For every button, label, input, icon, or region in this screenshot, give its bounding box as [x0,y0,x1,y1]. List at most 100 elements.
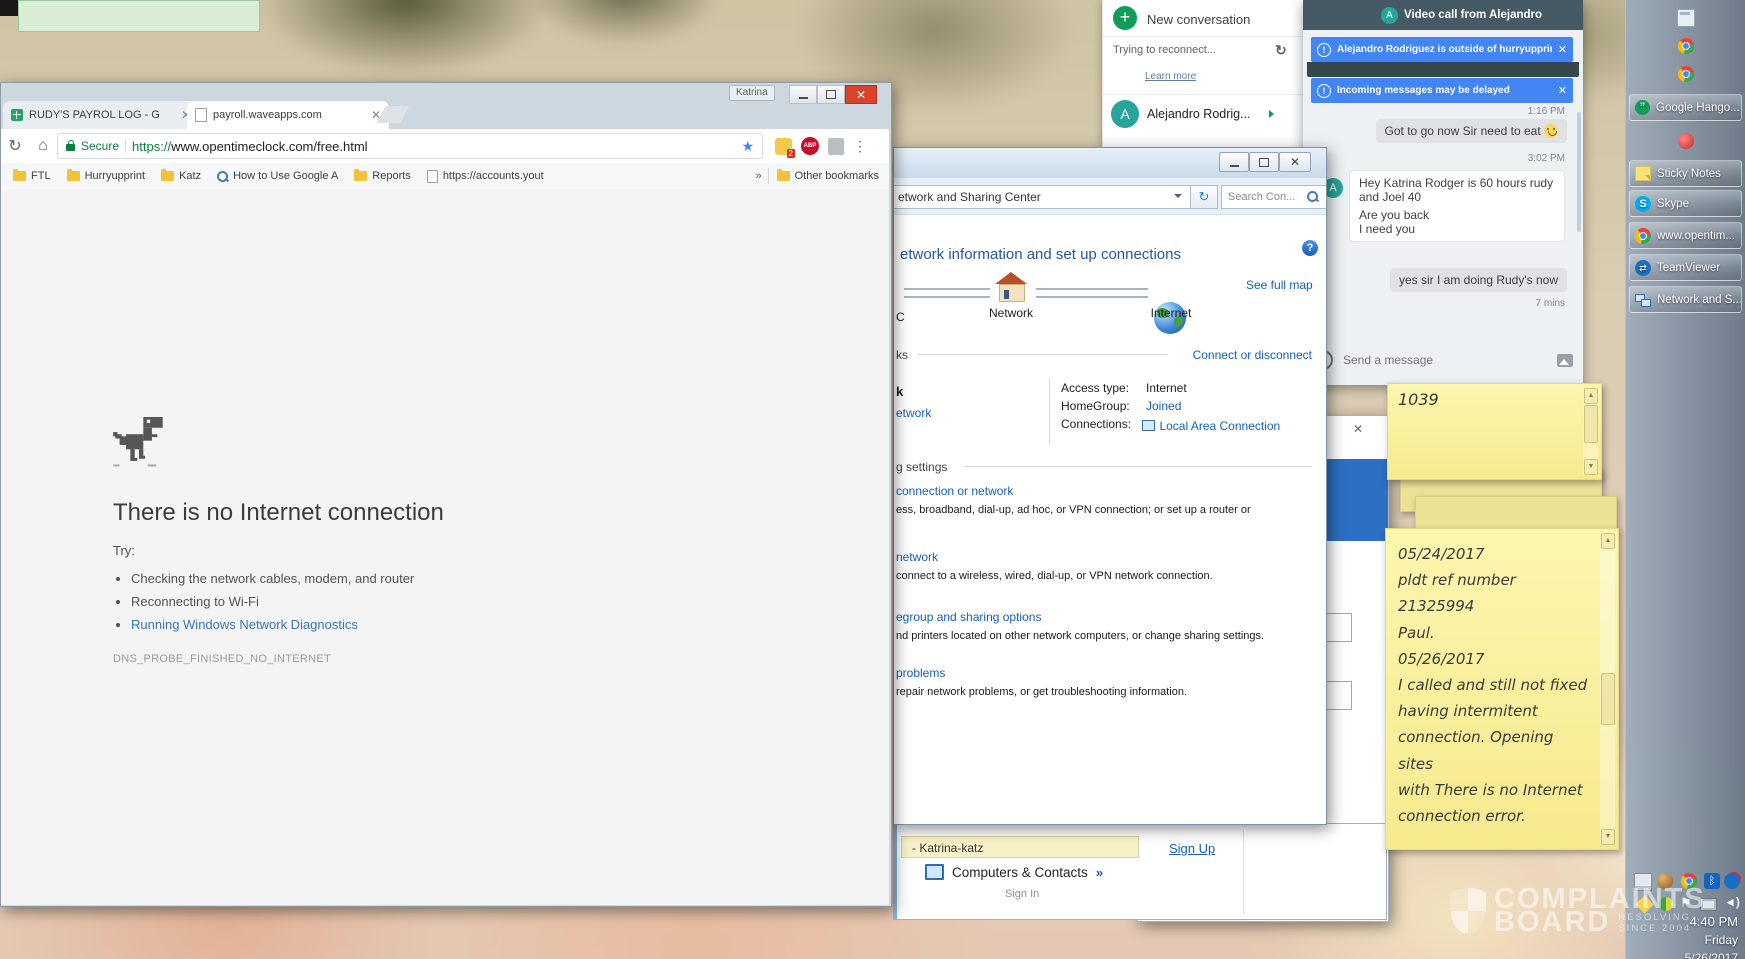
refresh-button[interactable]: ↻ [1190,185,1218,209]
taskbar-calculator-button[interactable] [1629,6,1742,30]
security-label: Secure [81,139,119,153]
map-connector [904,288,990,298]
help-icon[interactable]: ? [1302,240,1318,256]
url-text: https://www.opentimeclock.com/free.html [132,139,368,154]
taskbar-teamviewer-button[interactable]: ⇄ TeamViewer [1629,254,1742,281]
search-box[interactable]: Search Con... [1221,185,1327,209]
close-icon[interactable]: ✕ [1558,43,1567,56]
action-center-flag-icon[interactable]: ⚑ [1680,895,1696,911]
setup-connection-link[interactable]: connection or network [896,484,1013,498]
menu-icon[interactable]: ⋮ [853,138,867,155]
teamviewer-field[interactable] [1324,681,1352,710]
taskbar-app-button[interactable] [1629,126,1742,156]
tray-icon[interactable] [1657,873,1673,889]
new-conversation-icon[interactable]: + [1113,6,1137,30]
contact-name[interactable]: Alejandro Rodrig... [1147,107,1251,121]
clock-date[interactable]: 5/26/2017 [1685,951,1738,959]
scrollbar[interactable] [1577,112,1581,232]
avatar: A [1381,7,1398,24]
scroll-up-icon[interactable]: ▲ [1584,388,1598,404]
taskbar-skype-button[interactable]: S Skype [1629,190,1742,217]
homegroup-link[interactable]: Joined [1146,399,1181,413]
folder-icon [67,171,80,181]
scroll-down-icon[interactable]: ▼ [1584,459,1598,475]
keyboard-tray-icon[interactable] [1634,873,1652,891]
sign-up-link[interactable]: Sign Up [1169,841,1215,856]
taskbar-network-button[interactable]: Network and S... [1629,286,1742,313]
security-tray-icon[interactable] [1635,895,1653,913]
chrome-tray-icon[interactable] [1681,873,1697,889]
volume-tray-icon[interactable]: ◄) [1724,895,1740,911]
tray-icon[interactable] [1659,897,1673,911]
reload-icon[interactable]: ↻ [1,136,29,156]
bookmark-star-icon[interactable]: ★ [741,138,754,155]
scroll-up-icon[interactable]: ▲ [1601,533,1615,549]
close-icon[interactable]: ✕ [1558,84,1567,97]
address-combobox[interactable]: etwork and Sharing Center [894,185,1191,209]
bookmark-how-to-use-google[interactable]: How to Use Google A [217,170,338,182]
message-input[interactable]: Send a message [1303,344,1583,376]
taskbar-opentimeclock-button[interactable]: www.opentim... [1629,222,1742,249]
address-bar[interactable]: Secure https://www.opentimeclock.com/fre… [57,133,763,159]
folder-icon [777,171,790,181]
tab-payroll-waveapps[interactable]: payroll.waveapps.com ✕ [187,101,389,129]
profile-badge[interactable]: Katrina [729,85,775,101]
other-bookmarks-button[interactable]: Other bookmarks [777,170,879,182]
close-button[interactable]: ✕ [845,85,877,104]
bookmark-accounts[interactable]: https://accounts.yout [427,170,544,183]
maximize-button[interactable] [817,85,845,104]
clock-time[interactable]: 4:40 PM [1690,914,1738,929]
taskbar-chrome-profile-button[interactable] [1629,60,1742,88]
learn-more-link[interactable]: Learn more [1145,71,1196,82]
see-full-map-link[interactable]: See full map [1246,278,1313,292]
connect-network-link[interactable]: network [896,550,938,564]
taskbar-chrome-button[interactable] [1629,34,1742,58]
minimize-button[interactable] [1219,152,1249,172]
attach-image-icon[interactable] [1557,354,1573,367]
sticky-note-small[interactable]: 1039 ▲ ▼ [1387,383,1602,480]
scrollbar[interactable]: ▲ ▼ [1583,388,1598,475]
bluetooth-tray-icon[interactable]: ᛒ [1704,873,1720,889]
home-icon[interactable]: ⌂ [29,137,57,155]
close-button[interactable]: ✕ [1279,152,1311,172]
chevron-down-icon[interactable] [1174,194,1182,202]
scroll-down-icon[interactable]: ▼ [1601,829,1615,845]
teamviewer-field[interactable] [1324,613,1352,642]
connection-link[interactable]: Local Area Connection [1142,417,1280,435]
minimize-button[interactable] [789,85,817,104]
bookmarks-overflow-button[interactable]: » [756,170,762,182]
scrollbar[interactable]: ▲ ▼ [1600,533,1615,845]
troubleshoot-link[interactable]: problems [896,666,945,680]
refresh-icon[interactable]: ↻ [1275,42,1287,59]
close-icon[interactable]: ✕ [1353,422,1363,436]
network-type-fragment[interactable]: etwork [896,406,931,420]
chat-message-outgoing: Got to go now Sir need to eat [1376,119,1567,143]
taskbar-sticky-notes-button[interactable]: Sticky Notes [1629,160,1742,187]
clock-day[interactable]: Friday [1705,933,1738,947]
new-conversation-button[interactable]: New conversation [1147,12,1250,27]
tab-rudys-payrol-log[interactable]: RUDY'S PAYROL LOG - G ✕ [3,101,199,129]
error-title: There is no Internet connection [113,499,444,527]
bookmark-hurryupprint[interactable]: Hurryupprint [67,170,146,182]
timestamp: 1:16 PM [1528,106,1565,117]
network-house-icon[interactable] [994,272,1028,302]
adblock-plus-icon[interactable]: ABP [801,137,819,155]
connect-disconnect-link[interactable]: Connect or disconnect [1193,348,1312,362]
computers-contacts-button[interactable]: Computers & Contacts » [925,864,1103,880]
sticky-note-big[interactable]: 05/24/2017 pldt ref number 21325994 Paul… [1385,528,1619,850]
hangouts-panel: + New conversation Trying to reconnect..… [1102,0,1304,148]
teamviewer-tray-icon[interactable] [1724,873,1740,889]
extension-icon[interactable]: 2 [775,138,792,155]
chrome-window: Katrina ✕ RUDY'S PAYROL LOG - G ✕ payrol… [0,82,892,907]
window-titlebar[interactable]: ✕ [894,148,1326,178]
maximize-button[interactable] [1249,152,1279,172]
avatar[interactable]: A [1111,100,1139,128]
bookmark-reports[interactable]: Reports [354,170,411,182]
homegroup-options-link[interactable]: egroup and sharing options [896,610,1041,624]
network-diagnostics-link[interactable]: Running Windows Network Diagnostics [131,617,358,632]
bookmark-katz[interactable]: Katz [161,170,201,182]
bookmark-ftl[interactable]: FTL [13,170,51,182]
extension-icon[interactable] [828,138,844,155]
network-tray-icon[interactable] [1700,898,1717,911]
taskbar-google-hangouts-button[interactable]: ” Google Hango... [1629,94,1742,121]
